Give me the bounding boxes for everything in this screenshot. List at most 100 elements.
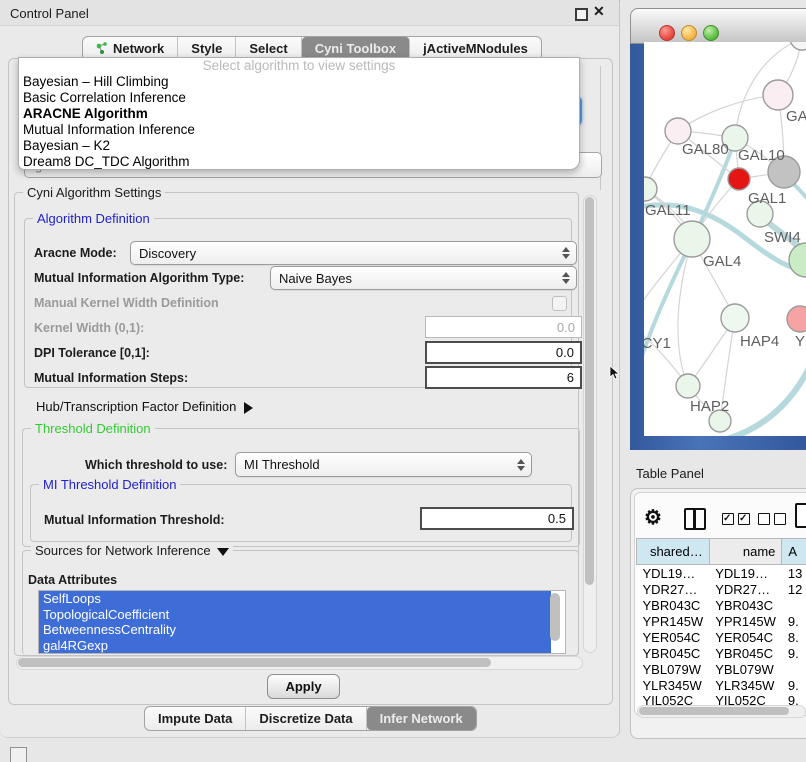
table-cell[interactable]: YPR145W	[709, 613, 782, 629]
tab-discretize-data[interactable]: Discretize Data	[246, 707, 366, 730]
algorithm-option[interactable]: Mutual Information Inference	[19, 122, 579, 138]
table-cell[interactable]: YBR043C	[709, 597, 782, 613]
network-canvas[interactable]: GALGAL80GAL10GAL1GAL11SWI4GAL4GCY1HAP4YH…	[644, 42, 806, 436]
attribute-item[interactable]: gal4RGexp	[39, 638, 551, 654]
algorithm-option[interactable]: Basic Correlation Inference	[19, 90, 579, 106]
tab-infer-network[interactable]: Infer Network	[367, 707, 476, 730]
manual-kernel-label: Manual Kernel Width Definition	[34, 296, 219, 310]
table-row[interactable]: YPR145WYPR145W9.	[637, 613, 806, 629]
minimize-window-icon[interactable]	[681, 25, 697, 41]
network-node-salmon[interactable]	[787, 306, 806, 332]
network-edge[interactable]	[644, 240, 692, 394]
network-node-gal4[interactable]	[674, 221, 710, 257]
attribute-item[interactable]: TopologicalCoefficient	[39, 607, 551, 623]
node-label: GAL11	[645, 202, 691, 219]
network-node-hap4[interactable]	[721, 304, 749, 332]
settings-hscroll-thumb[interactable]	[18, 658, 491, 667]
table-cell[interactable]: YBL079W	[709, 661, 782, 677]
table-cell[interactable]: YBL079W	[637, 661, 710, 677]
algorithm-option[interactable]: Dream8 DC_TDC Algorithm	[19, 154, 579, 170]
table-cell[interactable]: YBR045C	[709, 645, 782, 661]
table-cell[interactable]: 9.	[782, 645, 806, 661]
table-cell[interactable]: 9.	[782, 677, 806, 693]
settings-vscroll-thumb[interactable]	[585, 197, 594, 585]
algorithm-option[interactable]: Bayesian – Hill Climbing	[19, 74, 579, 90]
dpi-tolerance-field[interactable]: 0.0	[425, 341, 582, 364]
table-row[interactable]: YER054CYER054C8.	[637, 629, 806, 645]
deselect-all-icon[interactable]	[758, 513, 786, 525]
node-attribute-table[interactable]: shared…nameAYDL19…YDL19…13YDR27…YDR27…12…	[636, 538, 806, 708]
table-cell[interactable]: YBR043C	[637, 597, 710, 613]
mi-algorithm-type-combobox[interactable]: Naive Bayes	[270, 266, 577, 290]
collapse-down-icon[interactable]	[217, 548, 229, 556]
gear-icon[interactable]: ⚙	[644, 505, 662, 530]
table-row[interactable]: YLR345WYLR345W9.	[637, 677, 806, 693]
table-cell[interactable]: YER054C	[637, 629, 710, 645]
network-node-red-node[interactable]	[728, 168, 750, 190]
network-node-hap2[interactable]	[676, 374, 700, 398]
table-hscroll-thumb[interactable]	[639, 707, 789, 715]
attribute-item[interactable]: BetweennessCentrality	[39, 622, 551, 638]
zoom-window-icon[interactable]	[703, 25, 719, 41]
algorithm-option[interactable]: Bayesian – K2	[19, 138, 579, 154]
table-horizontal-scrollbar[interactable]	[637, 705, 806, 718]
table-cell[interactable]: YDR27…	[637, 581, 710, 597]
settings-vertical-scrollbar[interactable]	[583, 195, 597, 653]
table-row[interactable]: YBR045CYBR045C9.	[637, 645, 806, 661]
tab-label: Network	[113, 41, 164, 56]
tab-label: Impute Data	[158, 711, 232, 726]
table-row[interactable]: YDL19…YDL19…13	[637, 565, 806, 582]
control-panel-titlebar	[0, 0, 619, 26]
hub-definition-expander[interactable]: Hub/Transcription Factor Definition	[36, 399, 253, 414]
collapsed-panel-icon[interactable]	[10, 747, 27, 762]
table-cell[interactable]: YER054C	[709, 629, 782, 645]
close-panel-icon[interactable]: ✕	[593, 3, 605, 20]
split-columns-icon[interactable]	[684, 508, 706, 530]
tab-impute-data[interactable]: Impute Data	[145, 707, 246, 730]
table-cell[interactable]: YDR27…	[709, 581, 782, 597]
aracne-mode-combobox[interactable]: Discovery	[130, 241, 577, 265]
mi-type-label: Mutual Information Algorithm Type:	[34, 271, 244, 285]
column-header-3[interactable]: A	[782, 539, 806, 565]
table-cell[interactable]: YLR345W	[637, 677, 710, 693]
mi-threshold-field[interactable]: 0.5	[420, 507, 574, 530]
node-label: GAL10	[738, 147, 785, 164]
tab-label: Style	[191, 41, 222, 56]
column-header-1[interactable]: shared…	[637, 539, 710, 565]
column-header-2[interactable]: name	[709, 539, 782, 565]
table-cell[interactable]: YPR145W	[637, 613, 710, 629]
data-attributes-list[interactable]: SelfLoopsTopologicalCoefficientBetweenne…	[38, 590, 566, 654]
algorithm-prompt: Select algorithm to view settings	[19, 58, 579, 74]
which-threshold-combobox[interactable]: MI Threshold	[235, 452, 532, 477]
table-cell[interactable]: YDL19…	[637, 565, 710, 582]
table-cell[interactable]	[782, 597, 806, 613]
table-cell[interactable]: 12	[782, 581, 806, 597]
table-row[interactable]: YDR27…YDR27…12	[637, 581, 806, 597]
table-cell[interactable]: 8.	[782, 629, 806, 645]
close-window-icon[interactable]	[659, 25, 675, 41]
document-icon[interactable]	[795, 503, 806, 528]
mi-steps-field[interactable]: 6	[425, 366, 582, 389]
network-window-titlebar[interactable]	[630, 8, 806, 44]
settings-horizontal-scrollbar[interactable]	[16, 656, 583, 670]
table-cell[interactable]: 13	[782, 565, 806, 582]
table-cell[interactable]: YLR345W	[709, 677, 782, 693]
select-all-icon[interactable]: ✓✓	[722, 513, 750, 525]
network-node-gal-top[interactable]	[763, 80, 793, 110]
table-cell[interactable]	[782, 661, 806, 677]
float-panel-icon[interactable]	[575, 8, 588, 21]
network-edge[interactable]	[678, 95, 778, 131]
attribute-item[interactable]: SelfLoops	[39, 591, 551, 607]
manual-kernel-checkbox[interactable]	[552, 296, 567, 311]
table-cell[interactable]: YBR045C	[637, 645, 710, 661]
table-row[interactable]: YBR043CYBR043C	[637, 597, 806, 613]
table-row[interactable]: YBL079WYBL079W	[637, 661, 806, 677]
table-cell[interactable]: YDL19…	[709, 565, 782, 582]
network-node-top-right[interactable]	[790, 42, 806, 50]
table-cell[interactable]: 9.	[782, 613, 806, 629]
list-scrollbar-thumb[interactable]	[550, 593, 560, 641]
network-node-big-green[interactable]	[789, 243, 806, 277]
kernel-width-field[interactable]: 0.0	[425, 316, 582, 338]
apply-button[interactable]: Apply	[267, 674, 340, 699]
algorithm-option[interactable]: ARACNE Algorithm	[19, 106, 579, 122]
